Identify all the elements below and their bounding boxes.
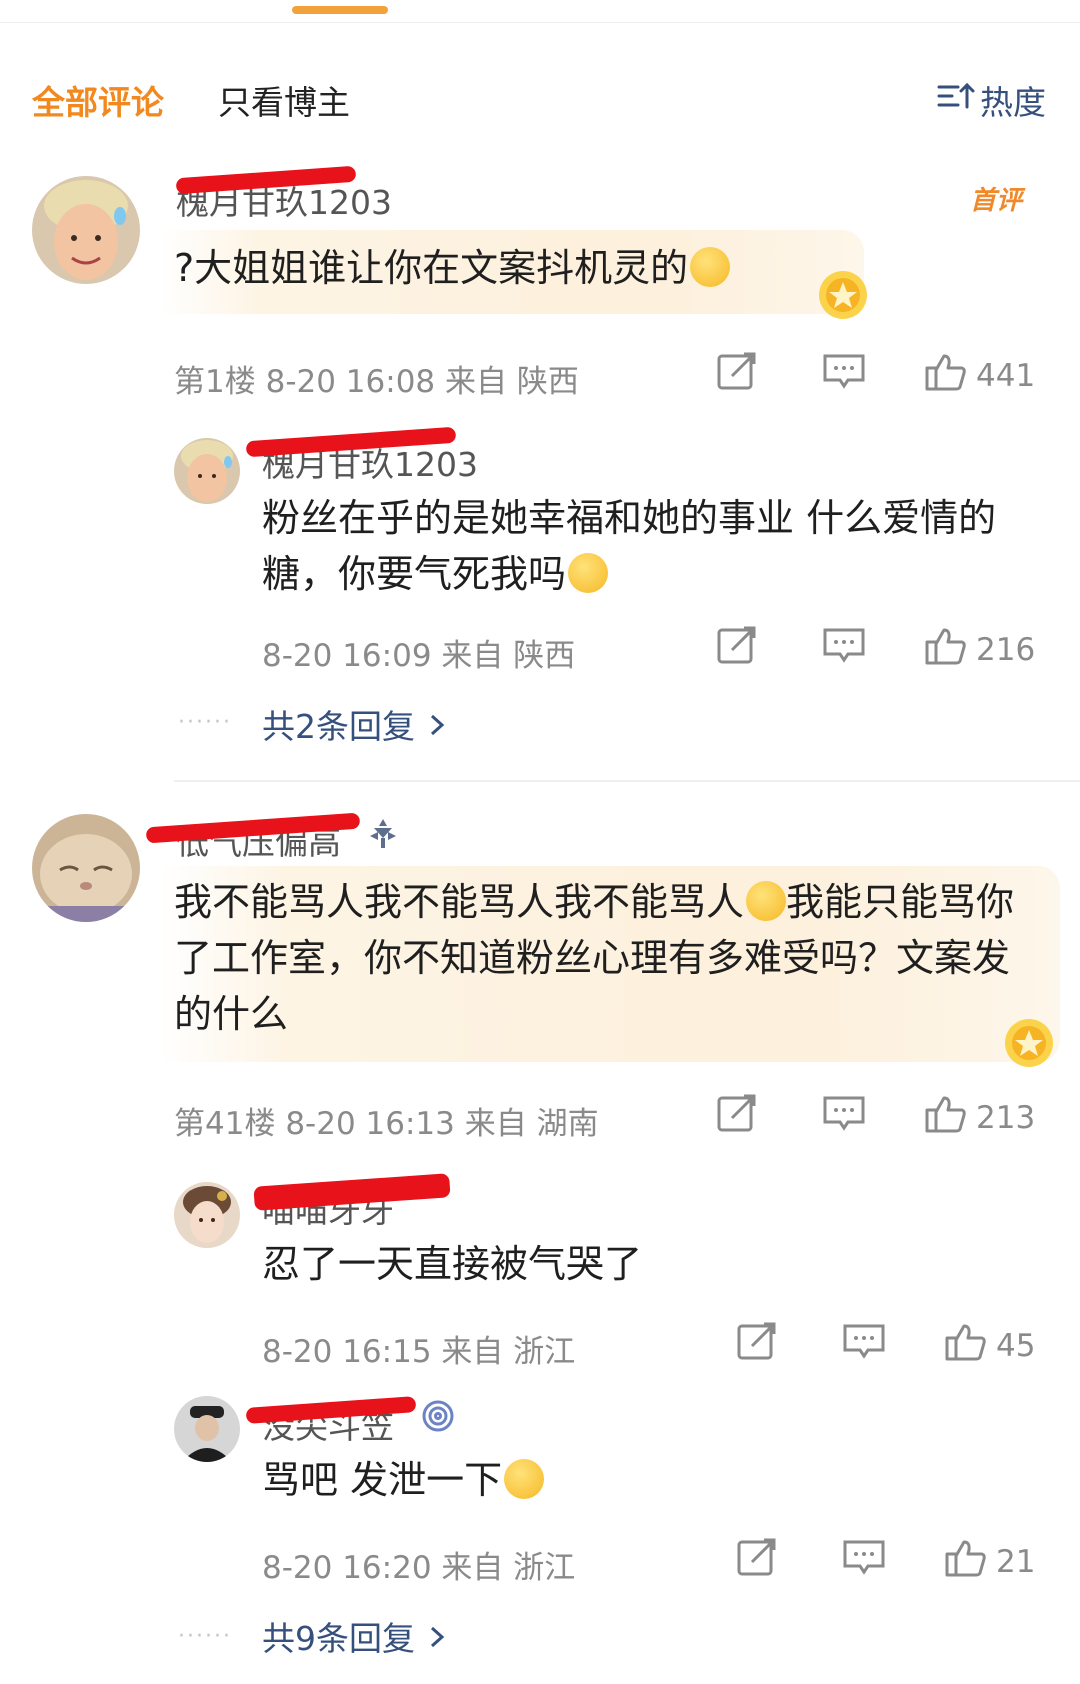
comment-icon: [822, 626, 866, 674]
reply-text: 忍了一天直接被气哭了: [262, 1242, 643, 1286]
thread-divider: [174, 780, 1080, 782]
chevron-right-icon: [426, 707, 448, 746]
spiral-icon: [420, 1398, 456, 1438]
share-button[interactable]: [716, 352, 760, 400]
crying-laugh-emoji: [568, 553, 609, 593]
like-icon: [944, 1322, 988, 1370]
like-button[interactable]: 21: [944, 1538, 1035, 1586]
avatar[interactable]: [174, 1396, 240, 1462]
like-count: 216: [976, 632, 1036, 668]
comment-icon: [822, 352, 866, 400]
like-icon: [924, 626, 968, 674]
share-icon: [736, 1322, 780, 1370]
reply-meta: 8-20 16:15 来自 浙江: [262, 1334, 576, 1370]
comment-icon: [842, 1322, 886, 1370]
share-button[interactable]: [736, 1322, 780, 1370]
share-icon: [716, 626, 760, 674]
avatar[interactable]: [32, 814, 140, 922]
comment-button[interactable]: [842, 1322, 886, 1370]
medal-icon: [812, 262, 874, 328]
share-button[interactable]: [716, 626, 760, 674]
like-icon: [944, 1538, 988, 1586]
comment-meta: 第41楼 8-20 16:13 来自 湖南: [174, 1106, 599, 1142]
like-button[interactable]: 441: [924, 352, 1035, 400]
like-icon: [924, 1094, 968, 1142]
like-count: 213: [976, 1100, 1036, 1136]
reply-dots: ······: [178, 1624, 232, 1649]
comment-button[interactable]: [822, 352, 866, 400]
comment-button[interactable]: [842, 1538, 886, 1586]
like-icon: [924, 352, 968, 400]
tab-all-comments[interactable]: 全部评论: [32, 76, 164, 124]
hug-emoji: [690, 247, 731, 287]
first-comment-badge: 首评: [970, 186, 1023, 216]
upside-down-face-emoji: [746, 881, 787, 921]
medal-icon: [998, 1010, 1060, 1076]
like-count: 45: [996, 1328, 1036, 1364]
tab-owner-only[interactable]: 只看博主: [218, 76, 350, 124]
avatar[interactable]: [174, 1182, 240, 1248]
vip-icon: [366, 816, 400, 854]
chevron-right-icon: [426, 1619, 448, 1658]
share-button[interactable]: [736, 1538, 780, 1586]
reply-dots: ······: [178, 710, 232, 735]
like-button[interactable]: 216: [924, 626, 1035, 674]
like-button[interactable]: 213: [924, 1094, 1035, 1142]
top-divider: [0, 22, 1080, 23]
view-replies-link[interactable]: 共2条回复: [262, 700, 448, 748]
sort-button[interactable]: 热度: [936, 76, 1046, 124]
reply-meta: 8-20 16:09 来自 陕西: [262, 638, 576, 674]
like-count: 441: [976, 358, 1036, 394]
share-icon: [736, 1538, 780, 1586]
avatar[interactable]: [32, 176, 140, 284]
share-icon: [716, 352, 760, 400]
tab-indicator: [292, 6, 388, 14]
like-count: 21: [996, 1544, 1036, 1580]
like-button[interactable]: 45: [944, 1322, 1035, 1370]
comment-text: 我不能骂人我不能骂人我不能骂人 我能只能骂你了工作室，你不知道粉丝心理有多难受吗？…: [174, 880, 1015, 1036]
reply-text: 骂吧 发泄一下: [262, 1452, 1042, 1508]
comment-icon: [822, 1094, 866, 1142]
sort-icon: [936, 80, 976, 120]
avatar[interactable]: [174, 438, 240, 504]
comment-meta: 第1楼 8-20 16:08 来自 陕西: [174, 364, 579, 400]
sort-label: 热度: [980, 83, 1046, 122]
share-button[interactable]: [716, 1094, 760, 1142]
reply-text: 粉丝在乎的是她幸福和她的事业 什么爱情的糖，你要气死我吗: [262, 496, 997, 596]
comment-text: ?大姐姐谁让你在文案抖机灵的: [174, 240, 854, 296]
share-icon: [716, 1094, 760, 1142]
comment-icon: [842, 1538, 886, 1586]
laughing-tears-emoji: [504, 1459, 545, 1499]
comment-button[interactable]: [822, 626, 866, 674]
view-replies-link[interactable]: 共9条回复: [262, 1612, 448, 1660]
comment-button[interactable]: [822, 1094, 866, 1142]
reply-meta: 8-20 16:20 来自 浙江: [262, 1550, 576, 1586]
